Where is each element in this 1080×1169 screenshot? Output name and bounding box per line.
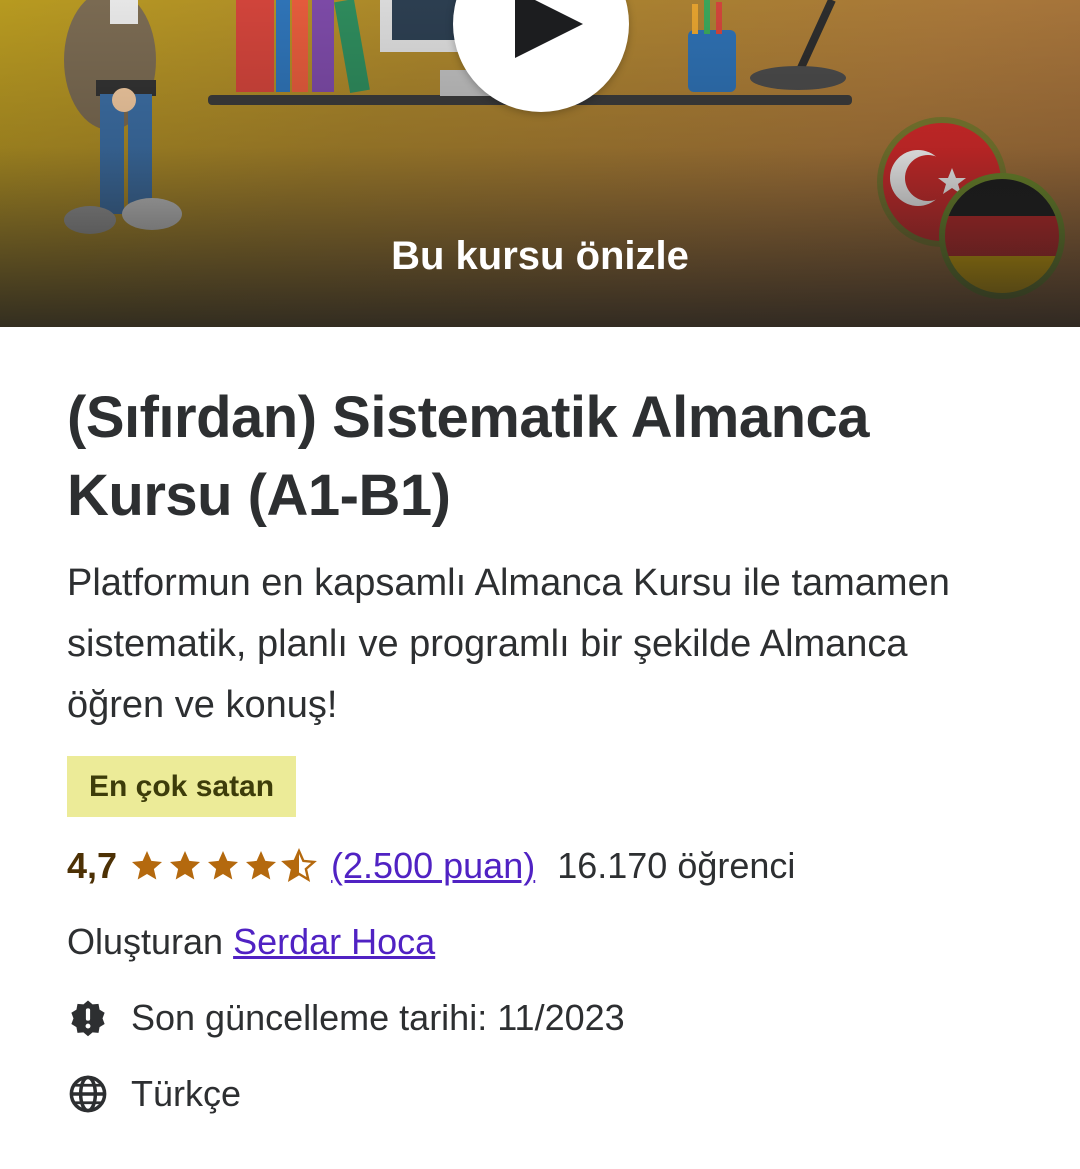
student-count: 16.170 öğrenci [557,845,796,886]
alert-badge-icon [71,1000,105,1037]
play-icon [515,0,583,58]
star-icon [208,851,239,880]
last-updated-text: Son güncelleme tarihi: 11/2023 [131,997,625,1038]
course-preview[interactable]: Bu kursu önizle [0,0,1080,327]
rating-count-link[interactable]: (2.500 puan) [331,845,535,887]
language-row: Türkçe [67,1063,1013,1125]
course-title: (Sıfırdan) Sistematik Almanca Kursu (A1-… [67,385,870,528]
star-icon [132,851,163,880]
globe-icon [69,1075,107,1113]
bestseller-badge: En çok satan [67,756,297,817]
course-info: (Sıfırdan) Sistematik Almanca Kursu (A1-… [0,379,1080,1125]
play-button[interactable] [453,0,629,112]
language-text: Türkçe [131,1073,242,1114]
half-star-icon [281,848,317,882]
rating-value: 4,7 [67,845,118,886]
rating-row: 4,7 (2.500 puan) 16.170 öğrenci [67,835,1013,897]
rating-stars [129,848,319,884]
course-subtitle: Platformun en kapsamlı Almanca Kursu ile… [67,562,950,726]
creator-row: Oluşturan Serdar Hoca [67,911,1013,973]
star-icon [170,851,201,880]
last-updated-row: Son güncelleme tarihi: 11/2023 [67,987,1013,1049]
instructor-link[interactable]: Serdar Hoca [233,921,435,962]
preview-course-label[interactable]: Bu kursu önizle [0,230,1080,282]
star-icon [246,851,277,880]
creator-prefix: Oluşturan [67,921,224,962]
